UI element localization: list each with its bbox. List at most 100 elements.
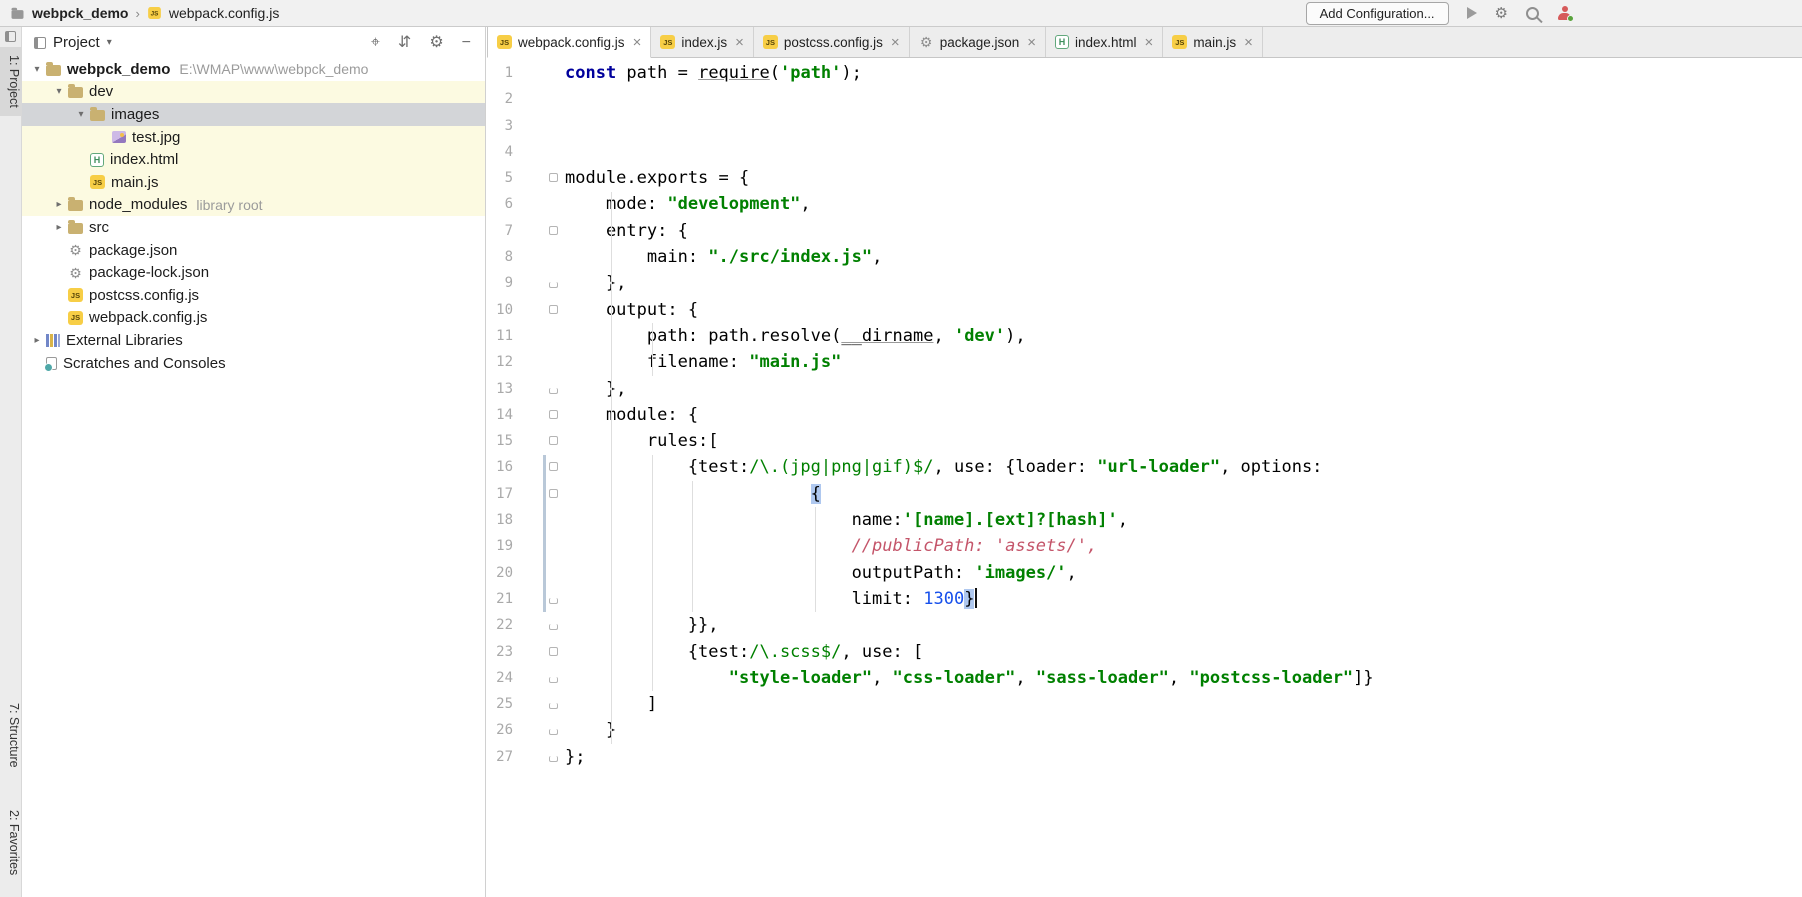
tree-item-webpack.config.js[interactable]: webpack.config.js xyxy=(22,307,485,330)
code-line-5[interactable]: 5 module.exports = { xyxy=(487,165,1802,191)
close-tab-icon[interactable]: × xyxy=(1244,34,1253,51)
code-line-7[interactable]: 7 entry: { xyxy=(487,218,1802,244)
fold-marker[interactable] xyxy=(549,676,558,683)
code-line-18[interactable]: 18 name:'[name].[ext]?[hash]', xyxy=(487,507,1802,533)
line-number: 25 xyxy=(496,696,513,713)
code-line-22[interactable]: 22 }}, xyxy=(487,612,1802,638)
fold-marker[interactable] xyxy=(549,703,558,710)
code-line-4[interactable]: 4 xyxy=(487,139,1802,165)
add-configuration-button[interactable]: Add Configuration... xyxy=(1305,1,1449,25)
code-line-19[interactable]: 19 //publicPath: 'assets/', xyxy=(487,533,1802,559)
fold-marker[interactable] xyxy=(549,729,558,736)
indent-guide xyxy=(651,323,653,376)
tree-item-webpck_demo[interactable]: ▾ webpck_demo E:\WMAP\www\webpck_demo xyxy=(22,58,485,81)
code-line-24[interactable]: 24 "style-loader", "css-loader", "sass-l… xyxy=(487,665,1802,691)
close-tab-icon[interactable]: × xyxy=(1027,34,1036,51)
tree-item-main.js[interactable]: main.js xyxy=(22,170,485,194)
profile-icon[interactable] xyxy=(1557,5,1574,22)
run-icon[interactable] xyxy=(1466,7,1477,19)
tree-item-External Libraries[interactable]: ▸ External Libraries xyxy=(22,329,485,352)
code-line-3[interactable]: 3 xyxy=(487,113,1802,139)
settings-icon[interactable]: ⚙ xyxy=(1495,6,1508,21)
tree-item-dev[interactable]: ▾ dev xyxy=(22,80,485,104)
code-line-23[interactable]: 23 {test:/\.scss$/, use: [ xyxy=(487,639,1802,665)
tab-main.js[interactable]: main.js × xyxy=(1163,27,1263,57)
tree-item-package-lock.json[interactable]: package-lock.json xyxy=(22,261,485,284)
settings-icon[interactable]: ⚙ xyxy=(429,34,443,51)
search-everywhere-icon[interactable] xyxy=(1526,6,1539,20)
code-line-25[interactable]: 25 ] xyxy=(487,691,1802,717)
code-line-17[interactable]: 17 { xyxy=(487,481,1802,507)
close-tab-icon[interactable]: × xyxy=(633,34,642,51)
tree-item-postcss.config.js[interactable]: postcss.config.js xyxy=(22,284,485,307)
tab-index.js[interactable]: index.js × xyxy=(651,27,754,57)
tab-package.json[interactable]: package.json × xyxy=(910,27,1047,57)
tree-item-index.html[interactable]: index.html xyxy=(22,148,485,171)
line-number: 26 xyxy=(496,722,513,739)
fold-marker[interactable] xyxy=(549,409,558,419)
code-line-26[interactable]: 26 } xyxy=(487,717,1802,743)
code-line-16[interactable]: 16 {test:/\.(jpg|png|gif)$/, use: {loade… xyxy=(487,454,1802,480)
collapse-all-icon[interactable]: ⇵ xyxy=(398,34,411,51)
strip-item-project[interactable]: 1: Project xyxy=(0,47,21,116)
chevron-right-icon[interactable]: ▸ xyxy=(50,199,68,210)
code-line-12[interactable]: 12 filename: "main.js" xyxy=(487,349,1802,375)
project-tree: ▾ webpck_demo E:\WMAP\www\webpck_demo ▾ dev ▾… xyxy=(22,58,485,897)
fold-marker[interactable] xyxy=(549,755,558,762)
fold-marker[interactable] xyxy=(549,646,558,656)
code-line-1[interactable]: 1 const path = require('path'); xyxy=(487,60,1802,86)
chevron-down-icon[interactable]: ▾ xyxy=(50,86,68,97)
fold-marker[interactable] xyxy=(549,304,558,314)
code-line-21[interactable]: 21 limit: 1300} xyxy=(487,586,1802,612)
code-line-9[interactable]: 9 }, xyxy=(487,270,1802,296)
tab-postcss.config.js[interactable]: postcss.config.js × xyxy=(754,27,910,57)
folder-icon xyxy=(46,61,61,76)
tree-item-test.jpg[interactable]: test.jpg xyxy=(22,125,485,149)
breadcrumb-project[interactable]: webpck_demo xyxy=(32,5,128,21)
tab-index.html[interactable]: index.html × xyxy=(1046,27,1164,57)
fold-marker[interactable] xyxy=(549,436,558,446)
line-number: 23 xyxy=(496,643,513,660)
close-tab-icon[interactable]: × xyxy=(1145,34,1154,51)
js-file-icon xyxy=(147,7,161,19)
tab-webpack.config.js[interactable]: webpack.config.js × xyxy=(487,27,652,58)
chevron-down-icon[interactable]: ▾ xyxy=(28,64,46,75)
fold-marker[interactable] xyxy=(549,462,558,472)
tree-item-node_modules[interactable]: ▸ node_modules library root xyxy=(22,193,485,217)
code-line-8[interactable]: 8 main: "./src/index.js", xyxy=(487,244,1802,270)
code-line-27[interactable]: 27}; xyxy=(487,744,1802,770)
fold-marker[interactable] xyxy=(549,282,558,289)
code-line-10[interactable]: 10 output: { xyxy=(487,297,1802,323)
fold-marker[interactable] xyxy=(549,387,558,394)
strip-item-structure[interactable]: 7: Structure xyxy=(0,695,21,776)
locate-icon[interactable]: ⌖ xyxy=(371,34,380,51)
fold-marker[interactable] xyxy=(549,597,558,604)
chevron-down-icon[interactable]: ▾ xyxy=(107,37,112,48)
chevron-right-icon[interactable]: ▸ xyxy=(50,222,68,233)
code-line-20[interactable]: 20 outputPath: 'images/', xyxy=(487,560,1802,586)
fold-marker[interactable] xyxy=(549,624,558,631)
chevron-down-icon[interactable]: ▾ xyxy=(72,109,90,120)
tree-item-Scratches and Consoles[interactable]: Scratches and Consoles xyxy=(22,352,485,375)
fold-marker[interactable] xyxy=(549,488,558,498)
code-line-14[interactable]: 14 module: { xyxy=(487,402,1802,428)
code-line-2[interactable]: 2 xyxy=(487,86,1802,112)
project-panel-title[interactable]: Project xyxy=(53,34,100,51)
breadcrumb-file[interactable]: webpack.config.js xyxy=(169,5,280,21)
tree-item-src[interactable]: ▸ src xyxy=(22,216,485,239)
tree-item-package.json[interactable]: package.json xyxy=(22,239,485,262)
close-tab-icon[interactable]: × xyxy=(891,34,900,51)
hide-panel-icon[interactable]: − xyxy=(462,34,471,51)
code-line-15[interactable]: 15 rules:[ xyxy=(487,428,1802,454)
code-line-13[interactable]: 13 }, xyxy=(487,376,1802,402)
fold-marker[interactable] xyxy=(549,225,558,235)
code-line-6[interactable]: 6 mode: "development", xyxy=(487,191,1802,217)
fold-marker[interactable] xyxy=(549,173,558,183)
code-line-11[interactable]: 11 path: path.resolve(__dirname, 'dev'), xyxy=(487,323,1802,349)
close-tab-icon[interactable]: × xyxy=(735,34,744,51)
tree-item-images[interactable]: ▾ images xyxy=(22,103,485,126)
chevron-right-icon[interactable]: ▸ xyxy=(28,335,46,346)
strip-item-favorites[interactable]: 2: Favorites xyxy=(0,802,21,883)
tab-label: webpack.config.js xyxy=(518,34,625,50)
code-area[interactable]: 1 const path = require('path'); 2 3 4 5 module… xyxy=(487,58,1802,897)
